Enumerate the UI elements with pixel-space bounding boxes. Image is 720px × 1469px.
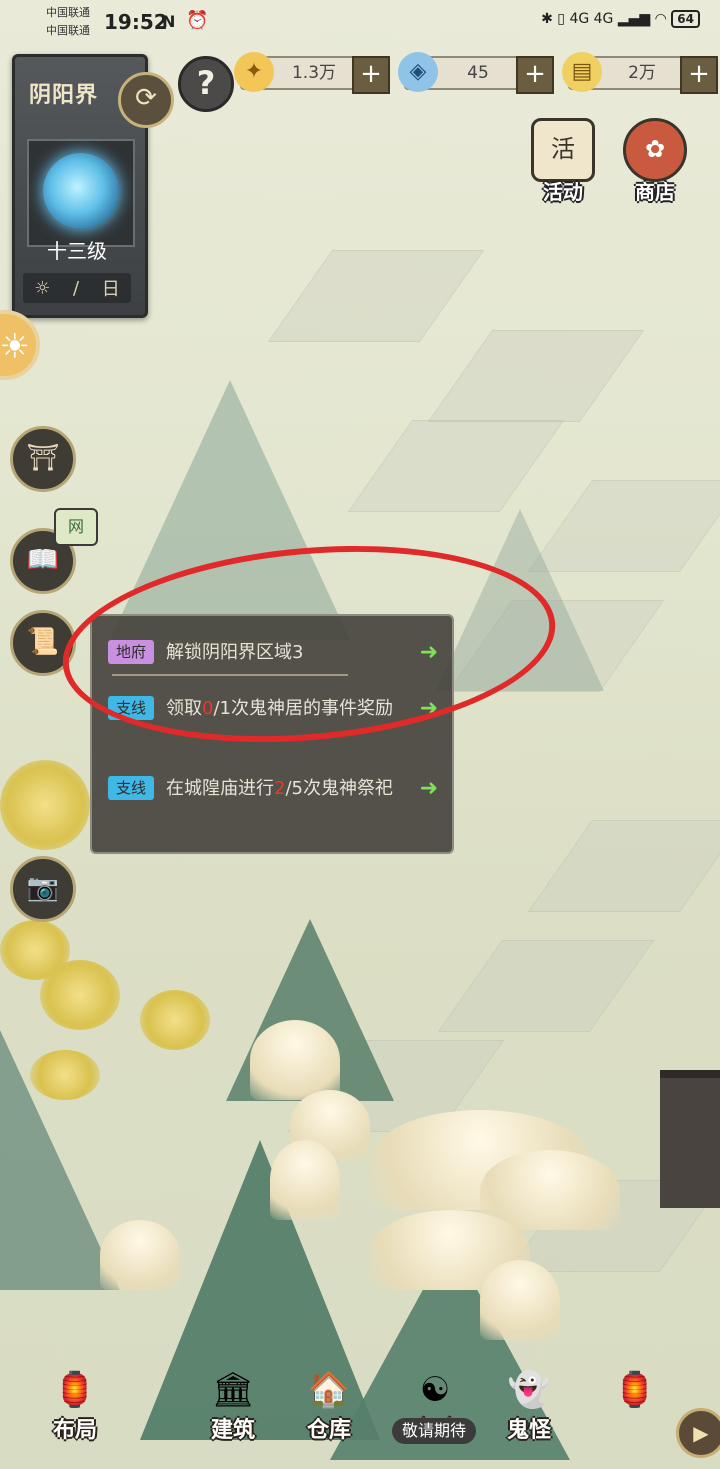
resource-gold: ✦ 1.3万 + <box>234 52 390 94</box>
nav-ghost-monster-label: 鬼怪 <box>506 1418 551 1443</box>
nfc-icon: N <box>162 12 176 31</box>
activity-scroll-icon: 活 <box>531 118 595 182</box>
status-icons: ✱ ▯ 4G 4G ▂▄▆ ◠ 64 <box>541 10 700 28</box>
realm-title: 阴阳界 <box>29 83 99 108</box>
add-paper-money-button[interactable]: + <box>680 56 718 94</box>
realm-orb-frame <box>27 139 135 247</box>
resource-paper-money: ▤ 2万 + <box>562 52 718 94</box>
activity-label: 活动 <box>543 180 583 204</box>
nav-warehouse-label: 仓库 <box>306 1418 351 1443</box>
help-button[interactable]: ? <box>178 56 234 112</box>
status-time: 19:52 <box>104 10 168 34</box>
spirit-orb-icon <box>43 153 119 229</box>
warehouse-icon: 🏠 <box>307 1370 351 1410</box>
book-icon: 📖 <box>26 545 60 575</box>
question-icon: ? <box>196 64 216 102</box>
character-button[interactable]: ⛩ <box>10 426 76 492</box>
alarm-icon: ⏰ <box>186 10 209 31</box>
lantern-decoration: 🏮 <box>580 1360 690 1420</box>
scroll-icon: 📜 <box>26 627 60 657</box>
nav-build[interactable]: 🏛 建筑 <box>178 1360 288 1444</box>
resource-value: 45 <box>467 63 489 83</box>
quest-text: 在城隍庙进行2/5次鬼神祭祀 <box>166 778 393 799</box>
vibrate-icon: ▯ <box>557 11 565 27</box>
layout-icon: 🏮 <box>53 1370 97 1410</box>
nav-ghost-monster[interactable]: 👻 鬼怪 <box>474 1360 584 1444</box>
camera-icon: 📷 <box>26 873 60 903</box>
expand-button[interactable]: ▶ <box>676 1408 720 1458</box>
bottom-nav: 🏮 布局 🏛 建筑 🏠 仓库 ☯ 鬼魂 👻 鬼怪 🏮 <box>0 1360 720 1469</box>
add-gold-button[interactable]: + <box>352 56 390 94</box>
network-label: 4G 4G <box>569 11 614 27</box>
quest-tag: 支线 <box>108 776 154 800</box>
resource-value: 2万 <box>628 63 656 83</box>
nav-build-label: 建筑 <box>210 1418 255 1443</box>
paper-money-icon: ▤ <box>562 52 602 92</box>
add-jade-button[interactable]: + <box>516 56 554 94</box>
coming-soon-badge: 敬请期待 <box>392 1418 476 1444</box>
day-label: 日 <box>101 279 120 300</box>
building-icon: 🏛 <box>211 1370 255 1410</box>
book-badge: 网 <box>54 508 98 546</box>
bluetooth-icon: ✱ <box>541 11 553 27</box>
lantern-icon: 🏮 <box>613 1370 657 1410</box>
wifi-icon: ◠ <box>654 11 667 27</box>
hat-character-icon: ⛩ <box>26 443 60 473</box>
ghost-soul-icon: ☯ <box>419 1370 451 1410</box>
nav-warehouse[interactable]: 🏠 仓库 <box>274 1360 384 1444</box>
shop-label: 商店 <box>635 180 675 204</box>
shop-button[interactable]: ✿ 商店 <box>622 118 688 205</box>
activity-button[interactable]: 活 活动 <box>530 118 596 205</box>
resource-jade: ◈ 45 + <box>398 52 554 94</box>
signal-icon: ▂▄▆ <box>617 11 651 27</box>
ghost-monster-icon: 👻 <box>507 1370 551 1410</box>
slash-divider: / <box>73 277 80 299</box>
switch-realm-button[interactable]: ⟳ <box>118 72 174 128</box>
nav-layout[interactable]: 🏮 布局 <box>20 1360 130 1444</box>
blue-jade-icon: ◈ <box>398 52 438 92</box>
play-arrow-icon: ▶ <box>693 1421 709 1445</box>
shop-pouch-icon: ✿ <box>623 118 687 182</box>
nav-layout-label: 布局 <box>52 1418 97 1443</box>
gold-coin-icon: ✦ <box>234 52 274 92</box>
resource-value: 1.3万 <box>291 63 337 83</box>
go-arrow-icon[interactable]: ➜ <box>420 776 438 801</box>
carrier-label: 中国联通 <box>46 6 90 19</box>
realm-level: 十三级 <box>47 239 107 263</box>
battery-icon: 64 <box>671 10 700 28</box>
day-night-toggle[interactable]: ☼ / 日 <box>23 273 131 303</box>
camera-button[interactable]: 📷 <box>10 856 76 922</box>
sun-icon: ☼ <box>34 277 51 299</box>
carrier-label: 中国联通 <box>46 24 90 37</box>
status-bar: 中国联通 中国联通 19:52 N ⏰ ✱ ▯ 4G 4G ▂▄▆ ◠ 64 <box>0 0 720 44</box>
temple-building[interactable] <box>660 1070 720 1208</box>
refresh-icon: ⟳ <box>135 83 157 113</box>
